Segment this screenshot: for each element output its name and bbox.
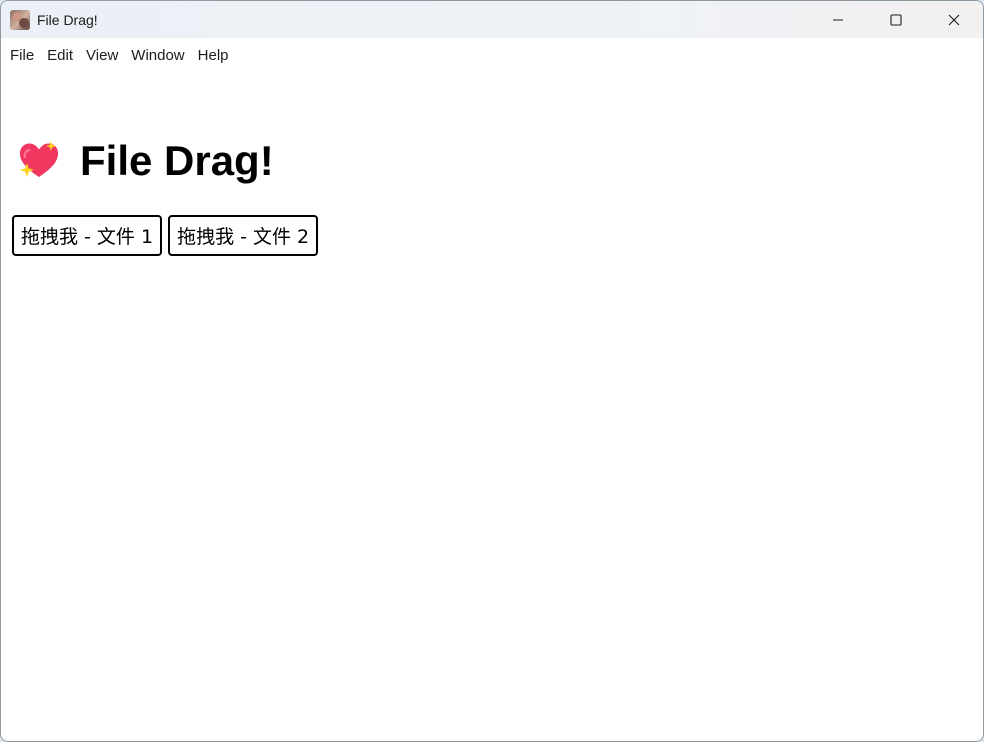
drag-file-1-button[interactable]: 拖拽我 - 文件 1 bbox=[12, 215, 163, 256]
app-photo-icon bbox=[10, 9, 30, 30]
menu-edit[interactable]: Edit bbox=[40, 38, 79, 74]
drag-button-row: 拖拽我 - 文件 1 拖拽我 - 文件 2 bbox=[12, 215, 319, 256]
window-title: File Drag! bbox=[37, 11, 98, 28]
page-title: File Drag! bbox=[80, 137, 274, 184]
title-bar[interactable]: File Drag! bbox=[1, 1, 983, 38]
menu-file[interactable]: File bbox=[3, 38, 40, 74]
drag-file-2-button[interactable]: 拖拽我 - 文件 2 bbox=[168, 215, 319, 256]
app-window: File Drag! File Edit View Window Help Fi… bbox=[0, 0, 984, 742]
heading: File Drag! bbox=[17, 138, 274, 184]
maximize-button[interactable] bbox=[867, 1, 925, 38]
menu-help[interactable]: Help bbox=[191, 38, 235, 74]
close-button[interactable] bbox=[925, 1, 983, 38]
menu-window[interactable]: Window bbox=[124, 38, 190, 74]
menu-view[interactable]: View bbox=[79, 38, 124, 74]
main-content: File Drag! 拖拽我 - 文件 1 拖拽我 - 文件 2 bbox=[1, 74, 983, 740]
window-controls bbox=[809, 1, 983, 38]
minimize-button[interactable] bbox=[809, 1, 867, 38]
maximize-icon bbox=[890, 13, 902, 26]
close-icon bbox=[948, 14, 960, 25]
menu-bar: File Edit View Window Help bbox=[1, 38, 983, 74]
sparkling-heart-icon bbox=[19, 141, 59, 177]
minimize-icon bbox=[833, 19, 843, 20]
